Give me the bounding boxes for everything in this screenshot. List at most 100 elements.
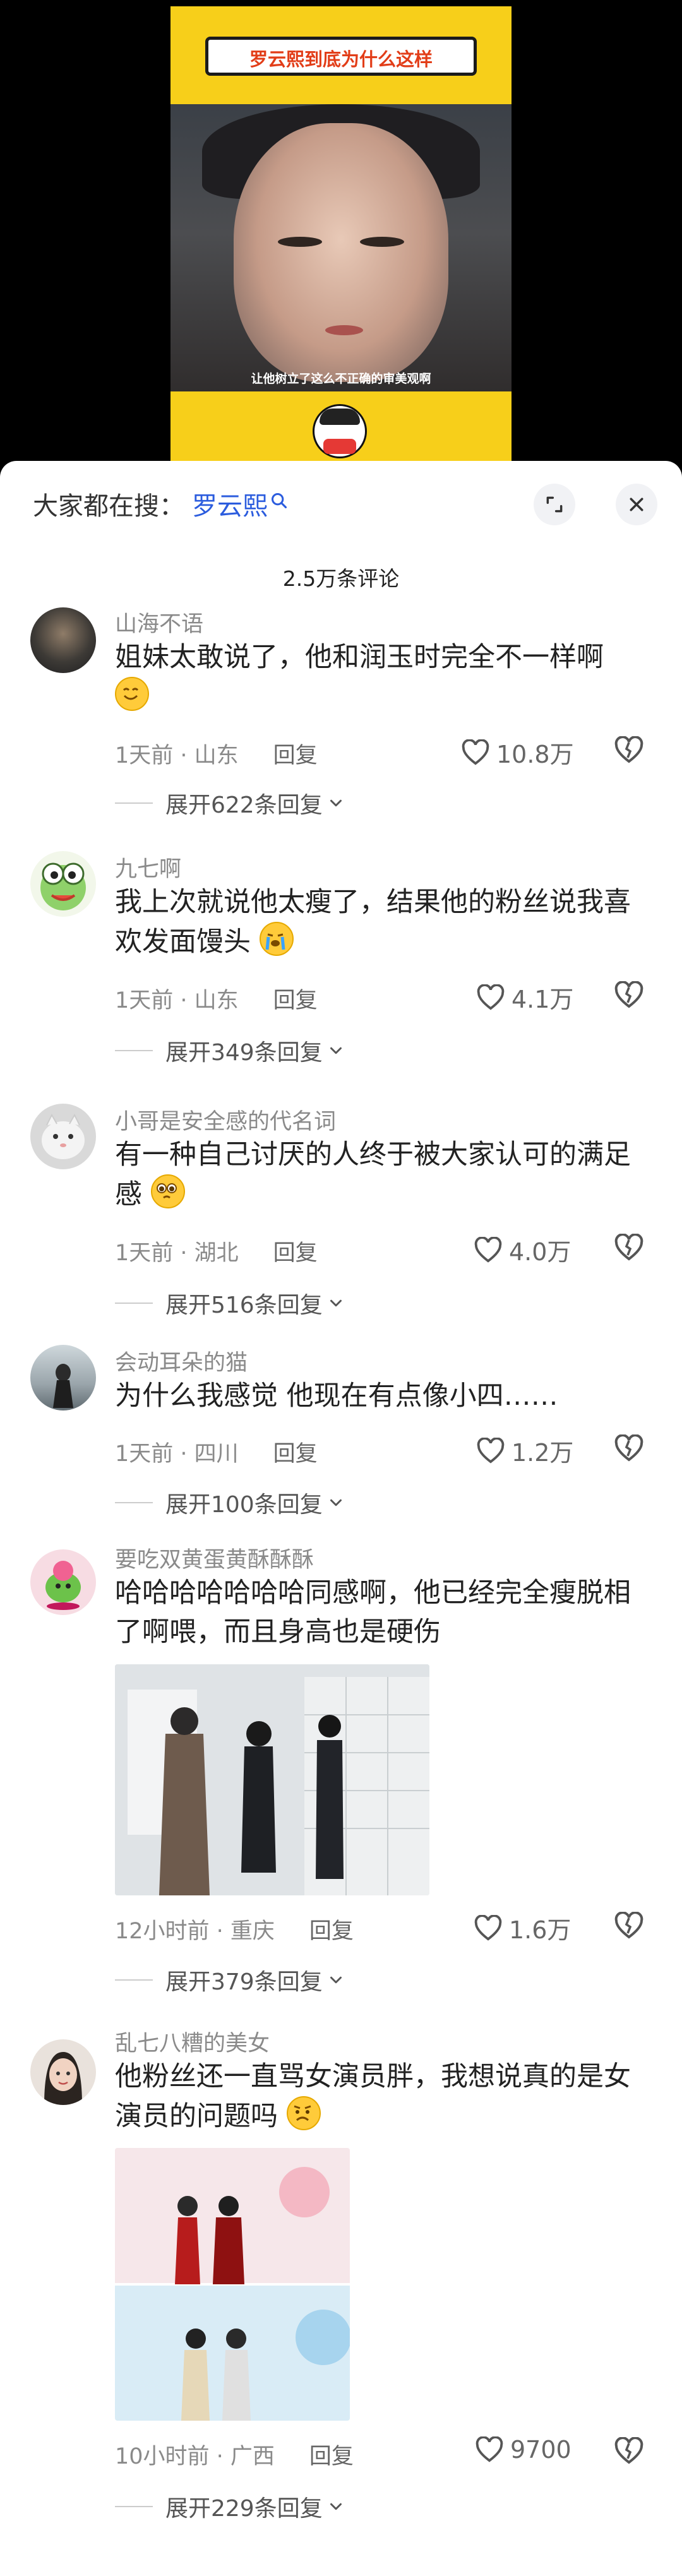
cartoon-hair bbox=[320, 408, 360, 425]
comment-meta: 1天前 · 山东 回复 bbox=[115, 982, 318, 1015]
comment-time-location: 10小时前 · 广西 bbox=[115, 2444, 275, 2469]
comment-photo[interactable] bbox=[115, 1664, 429, 1895]
search-label: 大家都在搜： bbox=[33, 492, 184, 521]
avatar[interactable] bbox=[30, 1345, 96, 1410]
comment-photo[interactable] bbox=[115, 2148, 350, 2421]
search-term-link[interactable]: 罗云熙 bbox=[192, 486, 268, 522]
like-button[interactable]: 10.8万 bbox=[461, 735, 574, 770]
expand-replies-button[interactable]: 展开622条回复 bbox=[115, 787, 345, 820]
expand-replies-button[interactable]: 展开379条回复 bbox=[115, 1964, 345, 1996]
reply-button[interactable]: 回复 bbox=[309, 1919, 354, 1944]
like-button[interactable]: 1.2万 bbox=[476, 1433, 573, 1468]
comment-username[interactable]: 会动耳朵的猫 bbox=[115, 1345, 248, 1377]
expand-replies-button[interactable]: 展开100条回复 bbox=[115, 1486, 345, 1519]
like-button[interactable]: 4.1万 bbox=[476, 980, 573, 1015]
broken-heart-icon[interactable] bbox=[614, 736, 644, 764]
broken-heart-icon[interactable] bbox=[614, 2437, 644, 2465]
like-count: 4.0万 bbox=[509, 1238, 571, 1266]
like-count: 4.1万 bbox=[512, 986, 574, 1013]
close-button[interactable] bbox=[616, 484, 657, 525]
divider bbox=[115, 1979, 153, 1981]
chevron-down-icon bbox=[330, 1047, 342, 1054]
heart-icon bbox=[462, 739, 489, 765]
comment-username[interactable]: 九七啊 bbox=[115, 851, 181, 883]
avatar[interactable] bbox=[30, 1549, 96, 1615]
comment-username[interactable]: 小哥是安全感的代名词 bbox=[115, 1104, 336, 1136]
comment-meta: 1天前 · 湖北 回复 bbox=[115, 1235, 318, 1267]
broken-heart-icon[interactable] bbox=[614, 1234, 644, 1261]
like-button[interactable]: 9700 bbox=[475, 2436, 571, 2464]
crying-emoji bbox=[259, 922, 294, 956]
video-title: 罗云熙到底为什么这样 bbox=[205, 37, 477, 76]
video-player[interactable]: 罗云熙到底为什么这样 让他树立了这么不正确的审美观啊 bbox=[0, 0, 682, 461]
face-shape bbox=[234, 123, 448, 382]
search-icon bbox=[271, 492, 287, 509]
comment-meta: 1天前 · 四川 回复 bbox=[115, 1436, 318, 1468]
expand-replies-label: 展开622条回复 bbox=[165, 792, 323, 818]
search-suggestion[interactable]: 大家都在搜： 罗云熙 bbox=[33, 484, 288, 524]
reply-button[interactable]: 回复 bbox=[273, 1241, 318, 1266]
video-frame[interactable]: 罗云熙到底为什么这样 让他树立了这么不正确的审美观啊 bbox=[170, 6, 512, 461]
eye-shape bbox=[360, 237, 404, 247]
comment-time-location: 1天前 · 湖北 bbox=[115, 1241, 239, 1266]
broken-heart-icon[interactable] bbox=[614, 1912, 644, 1940]
comment-text: 为什么我感觉 他现在有点像小四…… bbox=[115, 1376, 639, 1416]
avatar[interactable] bbox=[30, 607, 96, 673]
comment-text: 哈哈哈哈哈哈哈同感啊，他已经完全瘦脱相了啊喂，而且身高也是硬伤 bbox=[115, 1573, 639, 1652]
chevron-down-icon bbox=[330, 1299, 342, 1307]
expand-replies-button[interactable]: 展开349条回复 bbox=[115, 1034, 345, 1067]
comment-username[interactable]: 要吃双黄蛋黄酥酥酥 bbox=[115, 1542, 314, 1574]
broken-heart-icon[interactable] bbox=[614, 1434, 644, 1462]
avatar[interactable] bbox=[30, 1104, 96, 1169]
comment-text-content: 哈哈哈哈哈哈哈同感啊，他已经完全瘦脱相了啊喂，而且身高也是硬伤 bbox=[115, 1577, 631, 1648]
expand-fullscreen-button[interactable] bbox=[534, 484, 575, 525]
comment-text: 有一种自己讨厌的人终于被大家认可的满足感 bbox=[115, 1135, 639, 1214]
cartoon-shirt bbox=[323, 439, 356, 454]
divider bbox=[115, 2506, 153, 2507]
expand-replies-label: 展开379条回复 bbox=[165, 1969, 323, 1995]
heart-icon bbox=[476, 2436, 503, 2462]
teary-emoji bbox=[150, 1174, 185, 1208]
comment-sheet: 大家都在搜： 罗云熙 2.5万条评论 山海不语 姐妹太敢说了，他和润玉时完全不一… bbox=[0, 461, 682, 2576]
comment-text-content: 姐妹太敢说了，他和润玉时完全不一样啊 bbox=[115, 641, 604, 673]
like-button[interactable]: 4.0万 bbox=[474, 1232, 571, 1267]
expand-replies-button[interactable]: 展开229条回复 bbox=[115, 2490, 345, 2523]
heart-icon bbox=[477, 984, 505, 1010]
reply-button[interactable]: 回复 bbox=[273, 988, 318, 1013]
video-subtitle: 让他树立了这么不正确的审美观啊 bbox=[251, 372, 431, 386]
expand-replies-button[interactable]: 展开516条回复 bbox=[115, 1287, 345, 1320]
reply-button[interactable]: 回复 bbox=[273, 743, 318, 768]
cartoon-logo bbox=[313, 404, 367, 458]
chevron-down-icon bbox=[330, 799, 342, 807]
comment-username[interactable]: 山海不语 bbox=[115, 606, 203, 638]
reply-button[interactable]: 回复 bbox=[273, 1441, 318, 1467]
comment-count: 2.5万条评论 bbox=[282, 566, 400, 591]
comment-text: 姐妹太敢说了，他和润玉时完全不一样啊 bbox=[115, 638, 639, 717]
comment-text-content: 为什么我感觉 他现在有点像小四…… bbox=[115, 1380, 558, 1412]
comment-text-content: 有一种自己讨厌的人终于被大家认可的满足感 bbox=[115, 1139, 631, 1210]
like-count: 1.2万 bbox=[512, 1439, 574, 1467]
divider bbox=[115, 802, 153, 804]
comment-text: 他粉丝还一直骂女演员胖，我想说真的是女演员的问题吗 bbox=[115, 2057, 639, 2136]
comment-meta: 10小时前 · 广西 回复 bbox=[115, 2438, 354, 2471]
smile-emoji bbox=[115, 677, 149, 711]
avatar[interactable] bbox=[30, 851, 96, 917]
chevron-down-icon bbox=[330, 2503, 342, 2510]
comment-text-content: 他粉丝还一直骂女演员胖，我想说真的是女演员的问题吗 bbox=[115, 2061, 631, 2132]
heart-icon bbox=[474, 1914, 502, 1941]
like-count: 1.6万 bbox=[509, 1916, 571, 1944]
broken-heart-icon[interactable] bbox=[614, 981, 644, 1009]
comment-text: 我上次就说他太瘦了，结果他的粉丝说我喜欢发面馒头 bbox=[115, 883, 639, 962]
comment-time-location: 1天前 · 山东 bbox=[115, 988, 239, 1013]
like-button[interactable]: 1.6万 bbox=[474, 1911, 571, 1945]
expand-replies-label: 展开100条回复 bbox=[165, 1492, 323, 1518]
video-scene: 让他树立了这么不正确的审美观啊 bbox=[170, 104, 512, 391]
chevron-down-icon bbox=[330, 1976, 342, 1984]
heart-icon bbox=[477, 1437, 505, 1464]
comment-username[interactable]: 乱七八糟的美女 bbox=[115, 2025, 270, 2058]
reply-button[interactable]: 回复 bbox=[309, 2444, 354, 2469]
avatar[interactable] bbox=[30, 2039, 96, 2105]
expand-icon bbox=[546, 496, 563, 513]
eye-shape bbox=[278, 237, 322, 247]
like-count: 9700 bbox=[510, 2436, 571, 2464]
